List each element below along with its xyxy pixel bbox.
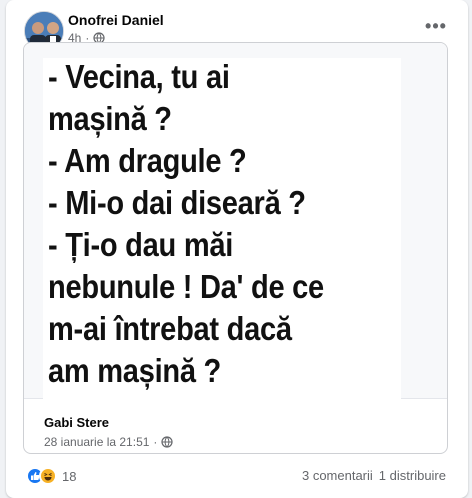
author-name[interactable]: Onofrei Daniel xyxy=(68,12,164,28)
more-options-icon[interactable]: ••• xyxy=(424,14,448,38)
meme-line: m-ai întrebat dacă xyxy=(48,310,292,347)
post-stats: 3 comentarii 1 distribuire xyxy=(302,468,446,483)
feed-post: Onofrei Daniel 4h · ••• - Vecina, tu ai … xyxy=(6,0,468,498)
haha-icon xyxy=(39,467,57,485)
shared-source-time[interactable]: 28 ianuarie la 21:51 xyxy=(44,435,149,449)
post-footer: 18 3 comentarii 1 distribuire xyxy=(6,462,468,490)
meme-line: - Vecina, tu ai xyxy=(48,58,230,95)
shares-link[interactable]: 1 distribuire xyxy=(379,468,446,483)
meme-line: - Ți-o dau măi xyxy=(48,226,234,263)
meme-image[interactable]: - Vecina, tu ai mașină ? - Am dragule ? … xyxy=(43,58,401,399)
meme-line: mașină ? xyxy=(48,100,172,137)
shared-source-name[interactable]: Gabi Stere xyxy=(44,415,109,430)
globe-icon xyxy=(161,436,174,448)
meme-line: nebunule ! Da' de ce xyxy=(48,268,324,305)
reactions-summary[interactable]: 18 xyxy=(26,466,76,486)
meta-separator: · xyxy=(153,435,158,449)
meme-line: - Am dragule ? xyxy=(48,142,247,179)
meme-image-area: - Vecina, tu ai mașină ? - Am dragule ? … xyxy=(24,43,447,399)
shared-source-meta: 28 ianuarie la 21:51 · xyxy=(44,435,174,449)
reaction-count: 18 xyxy=(62,468,77,484)
meme-line: - Mi-o dai diseară ? xyxy=(48,184,306,221)
shared-post-card[interactable]: - Vecina, tu ai mașină ? - Am dragule ? … xyxy=(23,42,448,454)
meme-line: am mașină ? xyxy=(48,352,222,389)
comments-link[interactable]: 3 comentarii xyxy=(302,468,373,483)
